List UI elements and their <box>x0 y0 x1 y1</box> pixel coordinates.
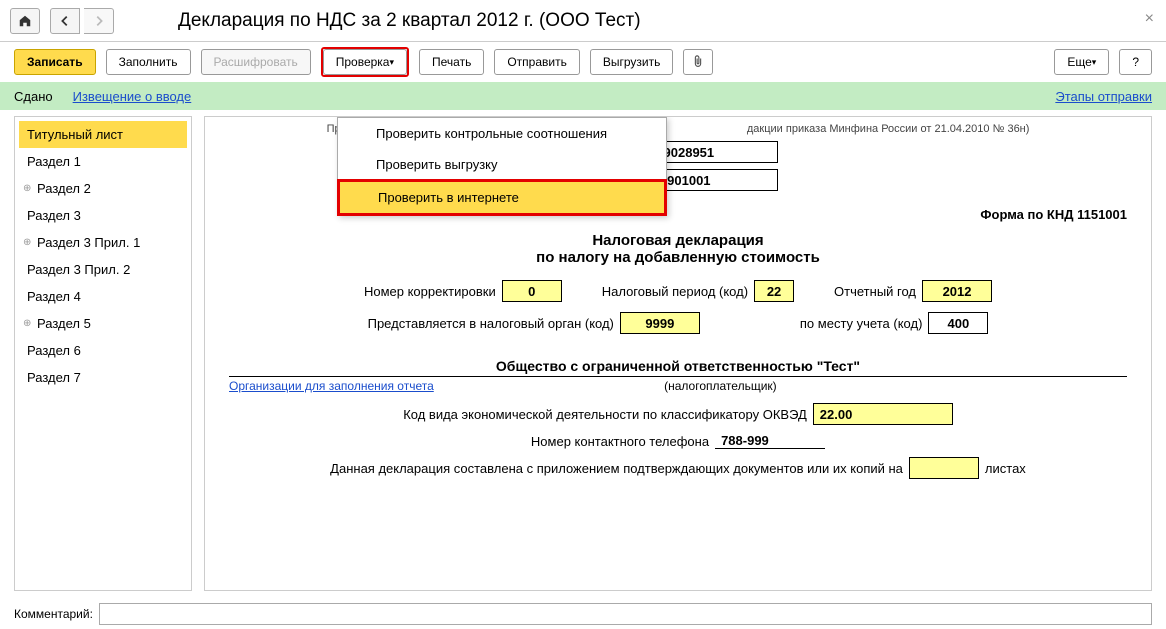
decode-button: Расшифровать <box>201 49 311 75</box>
place-label: по месту учета (код) <box>800 316 923 331</box>
sidebar-item-section5[interactable]: ⊕Раздел 5 <box>19 310 187 337</box>
send-button[interactable]: Отправить <box>494 49 580 75</box>
check-button[interactable]: Проверка <box>323 49 407 75</box>
paperclip-icon <box>692 55 704 69</box>
forward-button[interactable] <box>84 8 114 34</box>
year-label: Отчетный год <box>834 284 916 299</box>
help-button[interactable]: ? <box>1119 49 1152 75</box>
okved-label: Код вида экономической деятельности по к… <box>403 407 807 422</box>
close-button[interactable]: × <box>1145 10 1154 28</box>
period-label: Налоговый период (код) <box>602 284 748 299</box>
status-link[interactable]: Извещение о вводе <box>73 89 192 104</box>
phone-label: Номер контактного телефона <box>531 434 709 449</box>
more-button[interactable]: Еще <box>1054 49 1109 75</box>
sidebar-item-section2[interactable]: ⊕Раздел 2 <box>19 175 187 202</box>
docs-line-a: Данная декларация составлена с приложени… <box>330 461 903 476</box>
attach-button[interactable] <box>683 49 713 75</box>
year-field[interactable]: 2012 <box>922 280 992 302</box>
arrow-left-icon <box>58 14 72 28</box>
check-dropdown-menu: Проверить контрольные соотношения Провер… <box>337 117 667 216</box>
sidebar: Титульный лист Раздел 1 ⊕Раздел 2 Раздел… <box>14 116 192 591</box>
sidebar-item-title-page[interactable]: Титульный лист <box>19 121 187 148</box>
okved-field[interactable]: 22.00 <box>813 403 953 425</box>
doc-subtitle: по налогу на добавленную стоимость <box>221 249 1135 266</box>
sidebar-item-section1[interactable]: Раздел 1 <box>19 148 187 175</box>
correction-label: Номер корректировки <box>364 284 496 299</box>
home-button[interactable] <box>10 8 40 34</box>
stages-link[interactable]: Этапы отправки <box>1055 89 1152 104</box>
back-button[interactable] <box>50 8 80 34</box>
correction-field[interactable]: 0 <box>502 280 562 302</box>
form-panel: Проверить контрольные соотношения Провер… <box>204 116 1152 591</box>
sidebar-item-section4[interactable]: Раздел 4 <box>19 283 187 310</box>
export-button[interactable]: Выгрузить <box>590 49 674 75</box>
expand-icon: ⊕ <box>23 183 33 194</box>
doc-title: Налоговая декларация <box>221 232 1135 249</box>
period-field[interactable]: 22 <box>754 280 794 302</box>
sidebar-item-section3[interactable]: Раздел 3 <box>19 202 187 229</box>
expand-icon: ⊕ <box>23 318 33 329</box>
comment-row: Комментарий: <box>14 603 1152 625</box>
sidebar-item-section6[interactable]: Раздел 6 <box>19 337 187 364</box>
home-icon <box>18 14 32 28</box>
docs-line-b: листах <box>985 461 1026 476</box>
org-role: (налогоплательщик) <box>434 379 1007 393</box>
check-export-item[interactable]: Проверить выгрузку <box>338 149 666 180</box>
fill-button[interactable]: Заполнить <box>106 49 191 75</box>
sidebar-item-section3-app1[interactable]: ⊕Раздел 3 Прил. 1 <box>19 229 187 256</box>
docs-pages-field[interactable] <box>909 457 979 479</box>
sidebar-item-section3-app2[interactable]: Раздел 3 Прил. 2 <box>19 256 187 283</box>
titlebar: Декларация по НДС за 2 квартал 2012 г. (… <box>0 0 1166 42</box>
place-field[interactable]: 400 <box>928 312 988 334</box>
save-button[interactable]: Записать <box>14 49 96 75</box>
check-ratios-item[interactable]: Проверить контрольные соотношения <box>338 118 666 149</box>
toolbar: Записать Заполнить Расшифровать Проверка… <box>0 42 1166 82</box>
arrow-right-icon <box>92 14 106 28</box>
sidebar-item-section7[interactable]: Раздел 7 <box>19 364 187 391</box>
comment-label: Комментарий: <box>14 607 93 621</box>
taxorg-field[interactable]: 9999 <box>620 312 700 334</box>
expand-icon: ⊕ <box>23 237 33 248</box>
taxorg-label: Представляется в налоговый орган (код) <box>368 316 614 331</box>
comment-input[interactable] <box>99 603 1152 625</box>
statusbar: Сдано Извещение о вводе Этапы отправки <box>0 82 1166 110</box>
window-title: Декларация по НДС за 2 квартал 2012 г. (… <box>178 10 641 32</box>
check-online-item[interactable]: Проверить в интернете <box>337 179 667 216</box>
print-button[interactable]: Печать <box>419 49 484 75</box>
phone-field[interactable]: 788-999 <box>715 433 825 449</box>
status-label: Сдано <box>14 89 53 104</box>
org-fill-link[interactable]: Организации для заполнения отчета <box>229 379 434 393</box>
org-name: Общество с ограниченной ответственностью… <box>229 358 1127 377</box>
